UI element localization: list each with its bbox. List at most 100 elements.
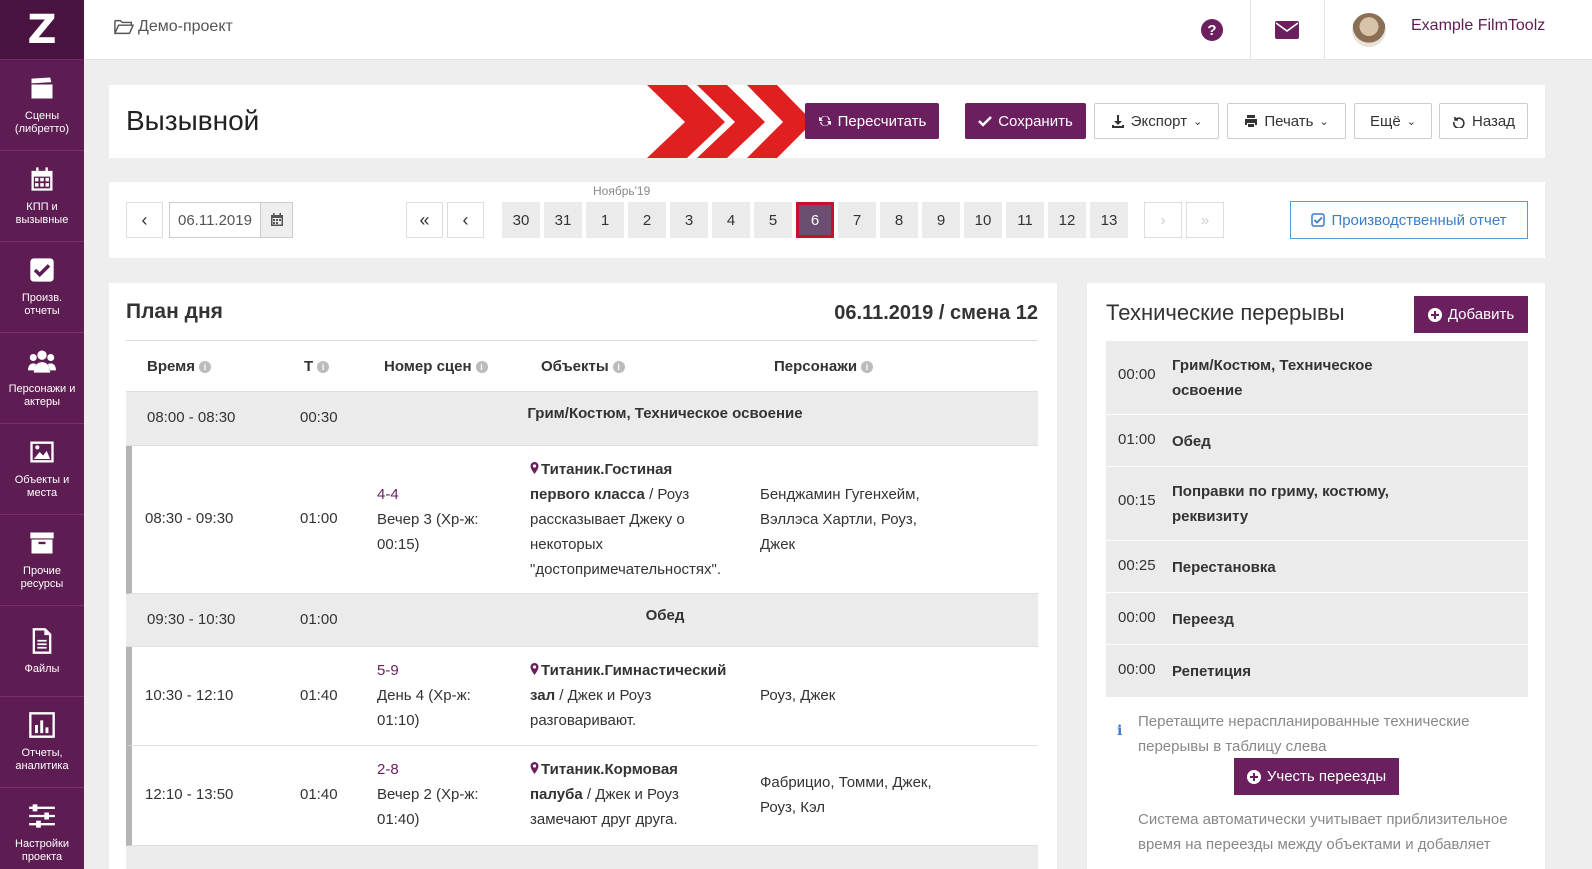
- table-row-break[interactable]: 08:00 - 08:30 00:30 Грим/Костюм, Техниче…: [126, 392, 1038, 446]
- next-day-button[interactable]: ›: [1144, 202, 1182, 238]
- sidebar-item-characters[interactable]: Персонажи и актеры: [0, 333, 84, 424]
- double-chevron-left-icon: «: [419, 209, 430, 230]
- production-report-button[interactable]: Производственный отчет: [1290, 201, 1528, 239]
- export-button[interactable]: Экспорт ⌄: [1094, 103, 1219, 139]
- day-button[interactable]: 4: [712, 202, 750, 238]
- prev-day-button[interactable]: ‹: [447, 202, 484, 238]
- break-name: Обед: [1172, 433, 1211, 450]
- list-item-break[interactable]: 00:00 Грим/Костюм, Техническое освоение: [1106, 341, 1528, 415]
- divider: [1324, 0, 1325, 60]
- back-label: Назад: [1472, 112, 1515, 130]
- column-characters[interactable]: Персонажи i: [774, 358, 874, 375]
- help-button[interactable]: ?: [1194, 0, 1230, 60]
- day-button[interactable]: 8: [880, 202, 918, 238]
- last-day-button[interactable]: »: [1186, 202, 1224, 238]
- day-button[interactable]: 13: [1090, 202, 1128, 238]
- row-scene-cell: 4-4 Вечер 3 (Хр-ж: 00:15): [377, 482, 507, 557]
- table-row-scene[interactable]: 08:30 - 09:30 01:00 4-4 Вечер 3 (Хр-ж: 0…: [126, 446, 1038, 594]
- row-object-cell: Титаник.Гимнастический зал / Джек и Роуз…: [530, 658, 730, 733]
- add-break-button[interactable]: Добавить: [1414, 296, 1528, 333]
- day-button[interactable]: 5: [754, 202, 792, 238]
- row-duration: 01:40: [300, 786, 338, 803]
- sidebar-item-reports[interactable]: Произв. отчеты: [0, 242, 84, 333]
- printer-icon: [1245, 115, 1258, 127]
- table-row-break[interactable]: 09:30 - 10:30 01:00 Обед: [126, 594, 1038, 647]
- sidebar-item-settings[interactable]: Настройки проекта: [0, 788, 84, 869]
- day-button[interactable]: 9: [922, 202, 960, 238]
- row-break-name: Грим/Костюм, Техническое освоение: [527, 405, 803, 422]
- sidebar-item-callsheets[interactable]: КПП и вызывные: [0, 151, 84, 242]
- info-icon[interactable]: i: [475, 360, 488, 373]
- break-name: Репетиция: [1172, 663, 1251, 680]
- more-button[interactable]: Ещё ⌄: [1354, 103, 1432, 139]
- info-icon[interactable]: i: [199, 360, 211, 373]
- sidebar-item-files[interactable]: Файлы: [0, 606, 84, 697]
- sidebar-item-locations[interactable]: Объекты и места: [0, 424, 84, 515]
- messages-button[interactable]: [1268, 0, 1306, 60]
- app-logo[interactable]: Z: [0, 0, 84, 60]
- info-icon[interactable]: i: [612, 360, 625, 373]
- row-time: 12:10 - 13:50: [145, 786, 234, 803]
- table-row-scene[interactable]: 10:30 - 12:10 01:40 5-9 День 4 (Хр-ж: 01…: [126, 647, 1038, 746]
- sidebar-item-label: Настройки проекта: [15, 838, 69, 863]
- chevron-left-icon: ‹: [141, 209, 148, 230]
- column-label: Т: [304, 358, 314, 375]
- day-button[interactable]: 7: [838, 202, 876, 238]
- day-button-active[interactable]: 6: [796, 202, 834, 238]
- plan-title: План дня: [126, 300, 223, 323]
- list-item-break[interactable]: 00:00 Переезд: [1106, 593, 1528, 645]
- row-time: 08:30 - 09:30: [145, 510, 234, 527]
- tech-breaks-list: 00:00 Грим/Костюм, Техническое освоение …: [1106, 341, 1528, 698]
- table-row-scene[interactable]: 12:10 - 13:50 01:40 2-8 Вечер 2 (Хр-ж: 0…: [126, 746, 1038, 846]
- save-button[interactable]: Сохранить: [965, 103, 1086, 139]
- red-chevrons-decoration: [647, 85, 813, 158]
- list-item-break[interactable]: 01:00 Обед: [1106, 415, 1528, 467]
- day-button[interactable]: 10: [964, 202, 1002, 238]
- info-icon: i: [1117, 723, 1123, 739]
- info-icon[interactable]: i: [861, 360, 874, 373]
- list-item-break[interactable]: 00:00 Репетиция: [1106, 645, 1528, 698]
- print-button[interactable]: Печать ⌄: [1227, 103, 1346, 139]
- day-button[interactable]: 12: [1048, 202, 1086, 238]
- day-button[interactable]: 3: [670, 202, 708, 238]
- date-field[interactable]: 06.11.2019: [169, 202, 293, 238]
- day-button[interactable]: 31: [544, 202, 582, 238]
- day-button[interactable]: 11: [1006, 202, 1044, 238]
- user-avatar-button[interactable]: [1351, 0, 1387, 60]
- column-duration[interactable]: Тi: [304, 358, 330, 375]
- column-time[interactable]: Время i: [147, 358, 211, 375]
- column-objects[interactable]: Объекты i: [541, 358, 625, 375]
- scene-description: Вечер 2 (Хр-ж: 01:40): [377, 786, 479, 828]
- day-button[interactable]: 30: [502, 202, 540, 238]
- back-button[interactable]: Назад: [1439, 103, 1528, 139]
- sidebar-item-label: КПП и вызывные: [15, 201, 69, 226]
- sidebar-item-label: Отчеты, аналитика: [15, 747, 69, 772]
- sidebar-item-label: Персонажи и актеры: [8, 383, 76, 408]
- column-label: Время: [147, 358, 195, 375]
- list-item-break[interactable]: 00:25 Перестановка: [1106, 541, 1528, 593]
- day-button[interactable]: 1: [586, 202, 624, 238]
- question-icon: ?: [1201, 19, 1223, 41]
- info-icon[interactable]: i: [317, 360, 330, 373]
- scene-number-link[interactable]: 5-9: [377, 658, 507, 683]
- first-day-button[interactable]: «: [406, 202, 443, 238]
- print-label: Печать: [1264, 112, 1314, 130]
- sidebar-item-scenes[interactable]: Сцены (либретто): [0, 60, 84, 151]
- calendar-icon: [270, 213, 283, 226]
- recalculate-button[interactable]: Пересчитать: [805, 103, 939, 139]
- account-moves-button[interactable]: Учесть переезды: [1234, 758, 1399, 795]
- sidebar-item-resources[interactable]: Прочие ресурсы: [0, 515, 84, 606]
- column-scenes[interactable]: Номер сцен i: [384, 358, 488, 375]
- page-header: Вызывной Пересчитать Сохранить Экспорт ⌄…: [109, 85, 1545, 158]
- logo-text: Z: [27, 6, 57, 53]
- scene-number-link[interactable]: 4-4: [377, 482, 507, 507]
- calendar-button[interactable]: [260, 203, 292, 237]
- user-name[interactable]: Example FilmToolz: [1411, 17, 1545, 35]
- prev-date-button[interactable]: ‹: [126, 202, 163, 238]
- table-row-break[interactable]: [126, 846, 1038, 869]
- sidebar-item-analytics[interactable]: Отчеты, аналитика: [0, 697, 84, 788]
- project-link[interactable]: Демо-проект: [114, 18, 233, 36]
- scene-number-link[interactable]: 2-8: [377, 757, 507, 782]
- day-button[interactable]: 2: [628, 202, 666, 238]
- list-item-break[interactable]: 00:15 Поправки по гриму, костюму, реквиз…: [1106, 467, 1528, 541]
